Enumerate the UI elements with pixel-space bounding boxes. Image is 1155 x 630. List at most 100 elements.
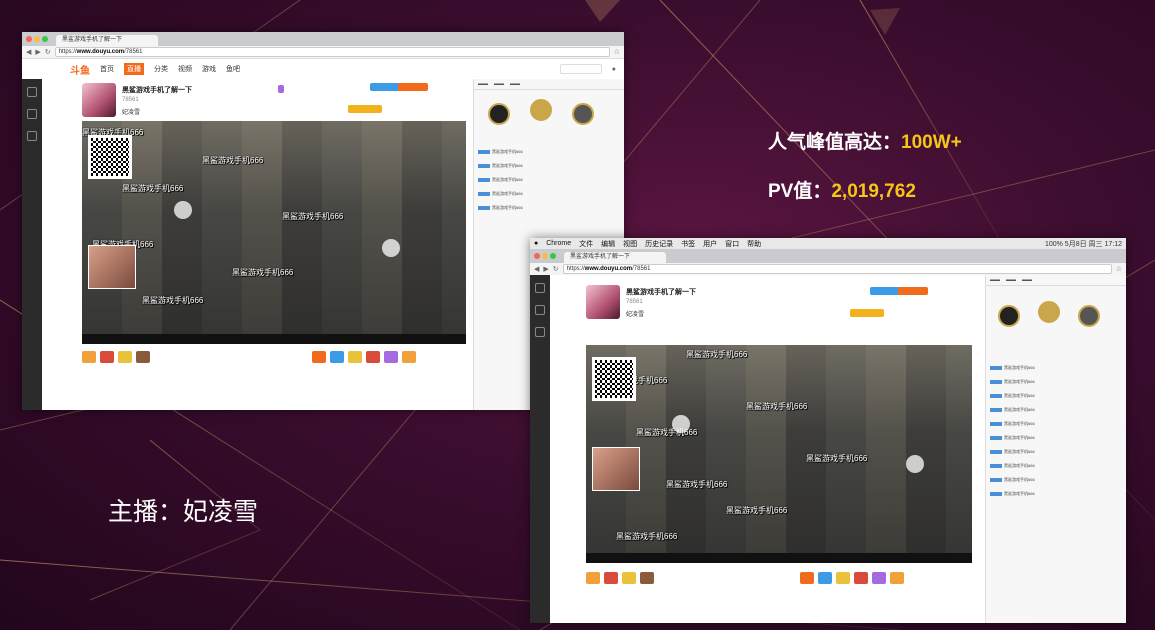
gift-icon[interactable] bbox=[312, 351, 326, 363]
reload-icon[interactable]: ↻ bbox=[45, 48, 51, 56]
rank-avatar[interactable] bbox=[488, 103, 510, 125]
menu-chrome[interactable]: Chrome bbox=[546, 240, 571, 247]
play-icon[interactable] bbox=[382, 239, 400, 257]
gift-icon[interactable] bbox=[604, 572, 618, 584]
douyu-logo[interactable]: 斗鱼 bbox=[70, 62, 90, 77]
tab-gifts[interactable]: ▬▬ bbox=[494, 81, 504, 87]
gift-icon[interactable] bbox=[402, 351, 416, 363]
tab-bar: 黑鲨游戏手机了解一下 bbox=[530, 249, 1126, 263]
rank-avatar[interactable] bbox=[998, 305, 1020, 327]
player-controls[interactable] bbox=[586, 553, 972, 563]
reload-icon[interactable]: ↻ bbox=[553, 265, 559, 273]
subscribe-button[interactable] bbox=[398, 83, 428, 91]
menu-help[interactable]: 帮助 bbox=[747, 239, 761, 249]
minimize-dot[interactable] bbox=[34, 36, 40, 42]
gift-icon[interactable] bbox=[890, 572, 904, 584]
rail-history-icon[interactable] bbox=[535, 327, 545, 337]
url-input[interactable]: https://www.douyu.com/78561 bbox=[562, 264, 1112, 274]
gift-icon[interactable] bbox=[622, 572, 636, 584]
gift-icon[interactable] bbox=[330, 351, 344, 363]
danmaku-line: 黑鲨游戏手机666 bbox=[142, 296, 204, 305]
gift-icon[interactable] bbox=[136, 351, 150, 363]
browser-tab[interactable]: 黑鲨游戏手机了解一下 bbox=[56, 35, 158, 46]
zoom-dot[interactable] bbox=[42, 36, 48, 42]
gift-icon[interactable] bbox=[384, 351, 398, 363]
qr-code bbox=[88, 135, 132, 179]
gift-icon[interactable] bbox=[836, 572, 850, 584]
follow-button[interactable] bbox=[370, 83, 400, 91]
rail-follow-icon[interactable] bbox=[27, 109, 37, 119]
tab-fans[interactable]: ▬▬ bbox=[510, 81, 520, 87]
user-icon[interactable]: ● bbox=[612, 66, 616, 73]
nav-video[interactable]: 视频 bbox=[178, 64, 192, 74]
nav-fishbar[interactable]: 鱼吧 bbox=[226, 64, 240, 74]
back-icon[interactable]: ◀ bbox=[534, 265, 539, 273]
follow-button[interactable] bbox=[870, 287, 900, 295]
menu-history[interactable]: 历史记录 bbox=[645, 239, 673, 249]
gift-icon[interactable] bbox=[586, 572, 600, 584]
nav-live[interactable]: 直播 bbox=[124, 63, 144, 75]
star-icon[interactable]: ☆ bbox=[1116, 265, 1122, 273]
rank-avatar[interactable] bbox=[1078, 305, 1100, 327]
nav-game[interactable]: 游戏 bbox=[202, 64, 216, 74]
star-icon[interactable]: ☆ bbox=[614, 48, 620, 56]
streamer-name: 妃凌雪 bbox=[626, 312, 645, 318]
side-panel: ▬▬ ▬▬ ▬▬ 黑鲨游戏手机666 黑鲨游戏手机666 黑鲨游戏手机666 黑… bbox=[985, 275, 1126, 623]
back-icon[interactable]: ◀ bbox=[26, 48, 31, 56]
close-dot[interactable] bbox=[26, 36, 32, 42]
rank-avatar[interactable] bbox=[1038, 301, 1060, 323]
minimize-dot[interactable] bbox=[542, 253, 548, 259]
gift-icon[interactable] bbox=[818, 572, 832, 584]
menu-file[interactable]: 文件 bbox=[579, 239, 593, 249]
play-icon[interactable] bbox=[906, 455, 924, 473]
chat-message: 黑鲨游戏手机666 bbox=[990, 393, 1035, 398]
rail-follow-icon[interactable] bbox=[535, 305, 545, 315]
gift-icon[interactable] bbox=[82, 351, 96, 363]
streamer-avatar[interactable] bbox=[82, 83, 116, 117]
video-player[interactable]: 黑鲨游戏手机666 黑鲨游戏手机666 黑鲨游戏手机666 黑鲨游戏手机666 … bbox=[82, 121, 466, 344]
gift-icon[interactable] bbox=[800, 572, 814, 584]
rank-avatar[interactable] bbox=[572, 103, 594, 125]
play-icon[interactable] bbox=[672, 415, 690, 433]
gift-icon[interactable] bbox=[640, 572, 654, 584]
url-input[interactable]: https://www.douyu.com/78561 bbox=[54, 47, 610, 57]
streamer-camera bbox=[592, 447, 640, 491]
rank-avatar[interactable] bbox=[530, 99, 552, 121]
subscribe-button[interactable] bbox=[898, 287, 928, 295]
gift-bar-right bbox=[800, 569, 904, 587]
tab-fans[interactable]: ▬▬ bbox=[1022, 277, 1032, 283]
level-badge bbox=[278, 85, 284, 93]
play-icon[interactable] bbox=[174, 201, 192, 219]
gift-icon[interactable] bbox=[118, 351, 132, 363]
gift-icon[interactable] bbox=[872, 572, 886, 584]
video-player[interactable]: 黑鲨游戏手机666 黑鲨游戏手机666 黑鲨游戏手机666 黑鲨游戏手机666 … bbox=[586, 345, 972, 563]
danmaku-line: 黑鲨游戏手机666 bbox=[636, 428, 698, 437]
menu-view[interactable]: 视图 bbox=[623, 239, 637, 249]
rail-home-icon[interactable] bbox=[27, 87, 37, 97]
zoom-dot[interactable] bbox=[550, 253, 556, 259]
room-id: 78561 bbox=[122, 97, 139, 103]
forward-icon[interactable]: ▶ bbox=[543, 265, 548, 273]
menu-people[interactable]: 用户 bbox=[703, 239, 717, 249]
search-input[interactable] bbox=[559, 64, 602, 74]
menu-window[interactable]: 窗口 bbox=[725, 239, 739, 249]
streamer-avatar[interactable] bbox=[586, 285, 620, 319]
close-dot[interactable] bbox=[534, 253, 540, 259]
nav-home[interactable]: 首页 bbox=[100, 64, 114, 74]
gift-icon[interactable] bbox=[366, 351, 380, 363]
tab-rank[interactable]: ▬▬ bbox=[990, 277, 1000, 283]
nav-category[interactable]: 分类 bbox=[154, 64, 168, 74]
forward-icon[interactable]: ▶ bbox=[35, 48, 40, 56]
browser-tab[interactable]: 黑鲨游戏手机了解一下 bbox=[564, 252, 666, 263]
menu-edit[interactable]: 编辑 bbox=[601, 239, 615, 249]
rail-home-icon[interactable] bbox=[535, 283, 545, 293]
player-controls[interactable] bbox=[82, 334, 466, 344]
gift-icon[interactable] bbox=[854, 572, 868, 584]
rail-history-icon[interactable] bbox=[27, 131, 37, 141]
tab-rank[interactable]: ▬▬ bbox=[478, 81, 488, 87]
gift-icon[interactable] bbox=[100, 351, 114, 363]
gift-icon[interactable] bbox=[348, 351, 362, 363]
tab-gifts[interactable]: ▬▬ bbox=[1006, 277, 1016, 283]
apple-icon[interactable]: ● bbox=[534, 240, 538, 247]
menu-bookmarks[interactable]: 书签 bbox=[681, 239, 695, 249]
